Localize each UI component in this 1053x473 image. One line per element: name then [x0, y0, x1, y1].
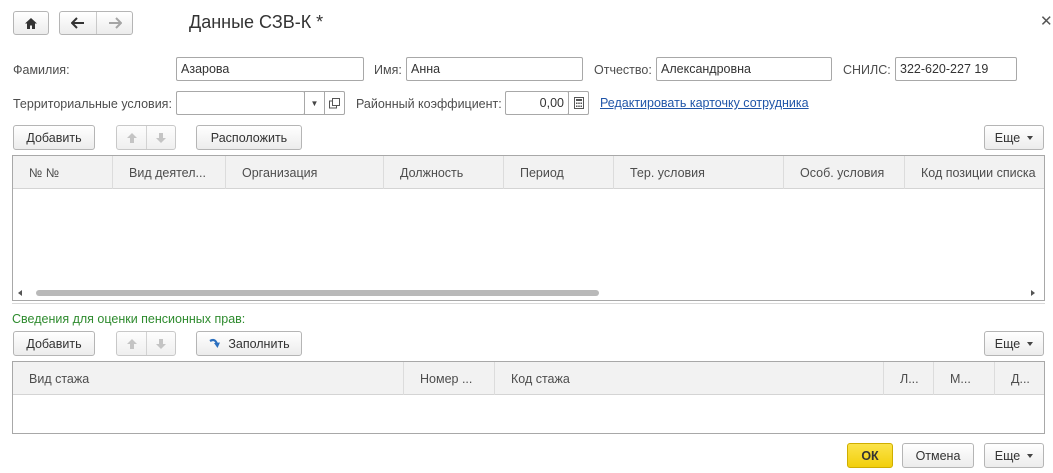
- home-icon: [25, 17, 37, 29]
- col-position[interactable]: Должность: [384, 156, 504, 189]
- scroll-left-icon[interactable]: [18, 290, 22, 296]
- territory-field[interactable]: [176, 91, 305, 115]
- more-button-footer[interactable]: Еще: [984, 443, 1044, 468]
- col-period[interactable]: Период: [504, 156, 614, 189]
- move-down-button-1[interactable]: [146, 126, 175, 149]
- arrange-button[interactable]: Расположить: [196, 125, 302, 150]
- move-down-button-2[interactable]: [146, 332, 175, 355]
- dropdown-arrow-icon: [1027, 135, 1034, 140]
- add-button-2[interactable]: Добавить: [13, 331, 95, 356]
- territory-label: Территориальные условия:: [13, 97, 172, 111]
- patronymic-field[interactable]: Александровна: [656, 57, 832, 81]
- dropdown-arrow-icon: [1027, 453, 1034, 458]
- name-label: Имя:: [374, 63, 402, 77]
- scroll-right-icon[interactable]: [1031, 290, 1035, 296]
- pension-table-header: Вид стажа Номер ... Код стажа Л... М... …: [13, 362, 1044, 395]
- open-form-icon: [329, 97, 340, 108]
- edit-employee-link[interactable]: Редактировать карточку сотрудника: [600, 96, 809, 110]
- move-group-1: [116, 125, 176, 150]
- calculator-icon: [573, 97, 584, 109]
- fill-button-label: Заполнить: [228, 336, 290, 351]
- back-button[interactable]: [60, 12, 96, 34]
- scrollbar-thumb[interactable]: [36, 290, 599, 296]
- move-up-button-1[interactable]: [117, 126, 146, 149]
- coef-value: 0,00: [539, 96, 564, 110]
- col-territory-conditions[interactable]: Тер. условия: [614, 156, 784, 189]
- close-icon[interactable]: ✕: [1040, 12, 1053, 30]
- forward-button[interactable]: [96, 12, 132, 34]
- pension-section-title: Сведения для оценки пенсионных прав:: [12, 312, 246, 326]
- col-experience-code[interactable]: Код стажа: [495, 362, 884, 395]
- home-button[interactable]: [13, 11, 49, 35]
- col-months[interactable]: М...: [934, 362, 995, 395]
- col-days[interactable]: Д...: [995, 362, 1044, 395]
- name-field[interactable]: Анна: [406, 57, 583, 81]
- chevron-down-icon: ▼: [310, 98, 319, 108]
- employment-table-header: № № Вид деятел... Организация Должность …: [13, 156, 1044, 189]
- col-organization[interactable]: Организация: [226, 156, 384, 189]
- move-group-2: [116, 331, 176, 356]
- fill-button[interactable]: Заполнить: [196, 331, 302, 356]
- col-activity-type[interactable]: Вид деятел...: [113, 156, 226, 189]
- snils-label: СНИЛС:: [843, 63, 891, 77]
- move-up-button-2[interactable]: [117, 332, 146, 355]
- col-number-2[interactable]: Номер ...: [404, 362, 495, 395]
- horizontal-scrollbar[interactable]: [13, 287, 1044, 300]
- arrow-up-icon: [126, 132, 137, 143]
- coef-field[interactable]: 0,00: [505, 91, 569, 115]
- more-button-footer-label: Еще: [994, 448, 1021, 463]
- dropdown-arrow-icon: [1027, 341, 1034, 346]
- coef-label: Районный коэффициент:: [356, 97, 502, 111]
- ok-button[interactable]: ОК: [847, 443, 893, 468]
- cancel-button[interactable]: Отмена: [902, 443, 974, 468]
- more-button-1[interactable]: Еще: [984, 125, 1044, 150]
- fill-arrow-icon: [209, 338, 221, 348]
- territory-dropdown-button[interactable]: ▼: [304, 91, 325, 115]
- col-number[interactable]: № №: [13, 156, 113, 189]
- arrow-right-icon: [108, 17, 122, 29]
- snils-field[interactable]: 322-620-227 19: [895, 57, 1017, 81]
- page-title: Данные СЗВ-К *: [189, 12, 324, 32]
- more-button-1-label: Еще: [994, 130, 1021, 145]
- section-divider: [12, 303, 1045, 304]
- arrow-left-icon: [71, 17, 84, 29]
- pension-table[interactable]: Вид стажа Номер ... Код стажа Л... М... …: [12, 361, 1045, 434]
- employment-table[interactable]: № № Вид деятел... Организация Должность …: [12, 155, 1045, 301]
- patronymic-label: Отчество:: [594, 63, 652, 77]
- col-years[interactable]: Л...: [884, 362, 934, 395]
- col-list-position-code[interactable]: Код позиции списка: [905, 156, 1044, 189]
- surname-field[interactable]: Азарова: [176, 57, 364, 81]
- more-button-2[interactable]: Еще: [984, 331, 1044, 356]
- nav-history-group: [59, 11, 133, 35]
- territory-open-button[interactable]: [324, 91, 345, 115]
- arrow-down-icon: [156, 338, 166, 349]
- col-experience-type[interactable]: Вид стажа: [13, 362, 404, 395]
- arrow-down-icon: [156, 132, 166, 143]
- calculator-button[interactable]: [568, 91, 589, 115]
- more-button-2-label: Еще: [994, 336, 1021, 351]
- surname-label: Фамилия:: [13, 63, 70, 77]
- add-button-1[interactable]: Добавить: [13, 125, 95, 150]
- arrow-up-icon: [126, 338, 137, 349]
- col-special-conditions[interactable]: Особ. условия: [784, 156, 905, 189]
